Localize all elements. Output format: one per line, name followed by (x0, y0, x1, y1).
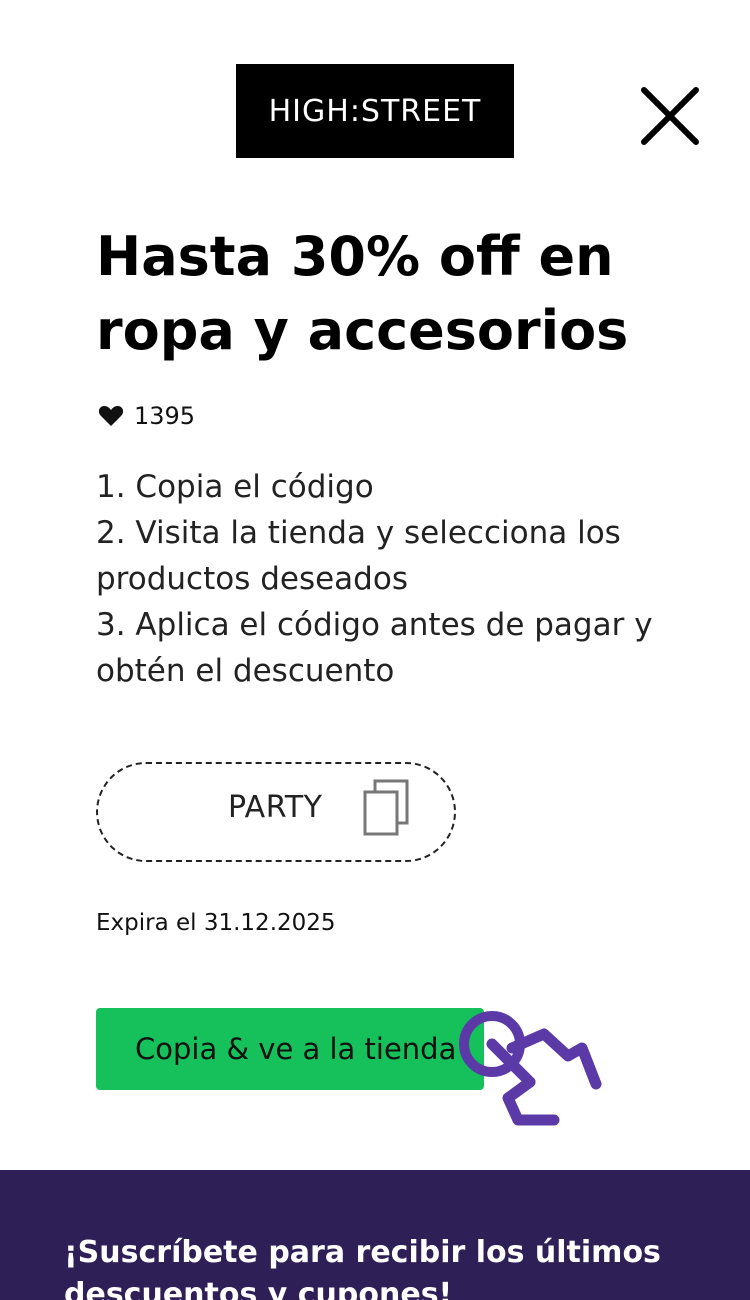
close-button[interactable] (636, 82, 704, 150)
instruction-step: 1. Copia el código (96, 469, 374, 505)
brand-logo: HIGH:STREET (236, 64, 514, 158)
expiry-text: Expira el 31.12.2025 (96, 910, 336, 936)
close-icon (641, 87, 699, 145)
instruction-step: 2. Visita la tienda y selecciona los pro… (96, 515, 621, 597)
likes-count: 1395 (134, 402, 196, 430)
hand-pointer-icon (459, 1011, 602, 1126)
newsletter-banner: ¡Suscríbete para recibir los últimos des… (0, 1170, 750, 1300)
brand-logo-text: HIGH:STREET (268, 93, 482, 129)
cta-label: Copia & ve a la tienda (135, 1032, 457, 1066)
coupon-code-box[interactable]: PARTY (96, 762, 456, 862)
coupon-code: PARTY (228, 790, 323, 825)
expiry-date: Expira el 31.12.2025 (96, 910, 336, 936)
copy-and-go-button[interactable]: Copia & ve a la tienda (96, 1008, 484, 1090)
coupon-modal: HIGH:STREET Hasta 30% off en ropa y acce… (0, 0, 750, 1300)
offer-title: Hasta 30% off en ropa y accesorios (96, 225, 629, 362)
instructions-list: 1. Copia el código 2. Visita la tienda y… (96, 464, 656, 694)
subscribe-heading: ¡Suscríbete para recibir los últimos des… (64, 1235, 661, 1300)
heart-icon (98, 406, 124, 426)
likes-counter[interactable]: 1395 (98, 402, 195, 430)
instruction-step: 3. Aplica el código antes de pagar y obt… (96, 607, 653, 689)
copy-icon[interactable] (360, 778, 412, 840)
